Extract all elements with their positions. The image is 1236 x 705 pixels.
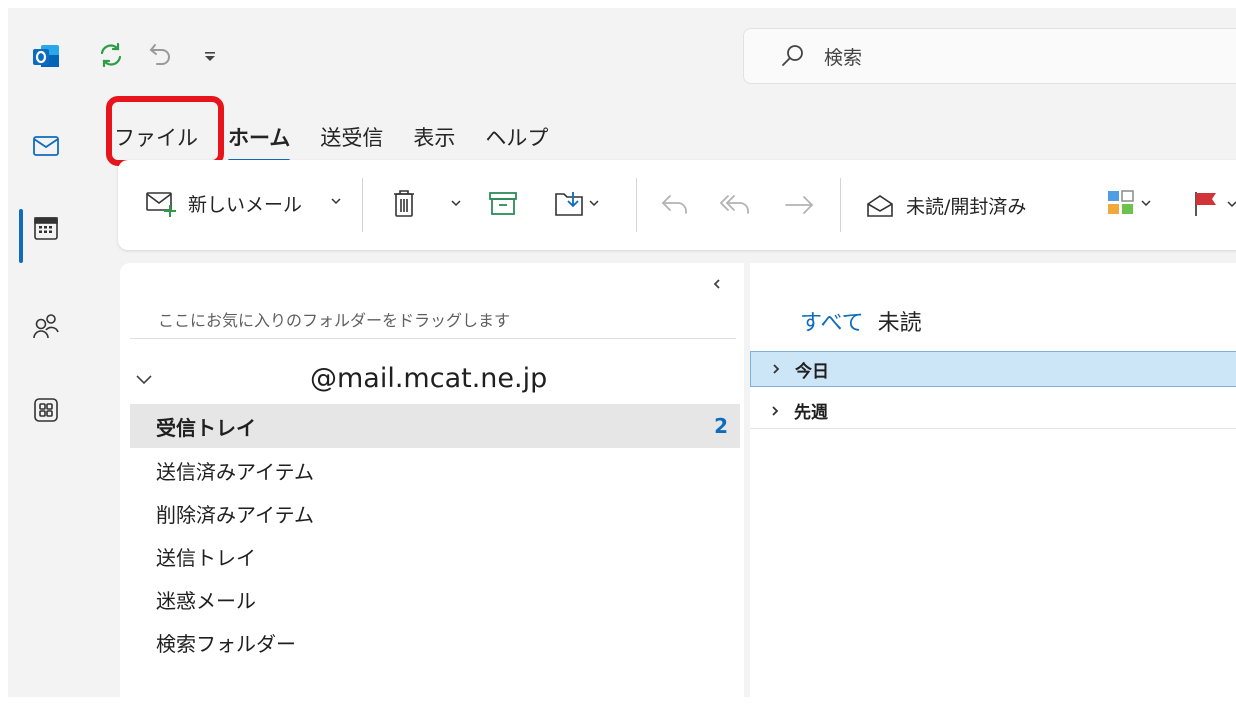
- categorize-button[interactable]: [1106, 188, 1152, 218]
- folder-sent-items[interactable]: 送信済みアイテム: [130, 448, 740, 492]
- folder-label: 送信トレイ: [156, 545, 256, 570]
- chevron-down-icon: [1227, 201, 1236, 208]
- folder-search-folders[interactable]: 検索フォルダー: [130, 620, 740, 664]
- reply-button[interactable]: [660, 192, 690, 216]
- new-mail-button[interactable]: 新しいメール: [146, 190, 302, 217]
- folder-inbox[interactable]: 受信トレイ 2: [130, 404, 740, 448]
- mail-list: すべて 未読 今日 先週: [750, 263, 1236, 705]
- folder-label: 検索フォルダー: [156, 631, 296, 656]
- title-bar: 検索: [8, 8, 1236, 96]
- collapse-pane-icon[interactable]: [710, 277, 724, 291]
- chevron-right-icon: [773, 364, 780, 374]
- move-to-button[interactable]: [554, 188, 600, 218]
- delete-button[interactable]: [392, 188, 416, 218]
- favorites-drop-hint: ここにお気に入りのフォルダーをドラッグします: [158, 311, 511, 330]
- categorize-icon: [1108, 190, 1134, 214]
- reply-all-button[interactable]: [718, 192, 752, 216]
- tab-send-receive[interactable]: 送受信: [320, 118, 383, 152]
- group-header-last-week[interactable]: 先週: [750, 393, 1236, 429]
- unread-read-label: 未読/開封済み: [906, 196, 1027, 218]
- folder-label: 受信トレイ: [156, 415, 256, 440]
- apps-icon[interactable]: [26, 390, 66, 430]
- folder-deleted-items[interactable]: 削除済みアイテム: [130, 491, 740, 535]
- move-folder-icon: [555, 192, 583, 216]
- flag-button[interactable]: [1192, 190, 1236, 218]
- favorites-divider: [130, 338, 736, 339]
- archive-button[interactable]: [488, 190, 518, 216]
- ribbon-toolbar: 新しいメール 未読/開封済み: [118, 160, 1236, 250]
- rail-active-indicator: [19, 209, 23, 263]
- search-icon: [782, 45, 803, 66]
- tab-unread[interactable]: 未読: [878, 305, 922, 337]
- delete-dropdown[interactable]: [450, 198, 462, 208]
- reply-all-icon: [719, 195, 749, 214]
- people-icon[interactable]: [26, 306, 66, 346]
- folder-junk-email[interactable]: 迷惑メール: [130, 577, 740, 621]
- folder-outbox[interactable]: 送信トレイ: [130, 534, 740, 578]
- outlook-icon: [30, 40, 62, 72]
- new-mail-label: 新しいメール: [188, 194, 303, 216]
- chevron-down-icon[interactable]: [134, 371, 154, 387]
- ribbon-divider: [840, 178, 841, 232]
- tab-help[interactable]: ヘルプ: [485, 118, 548, 152]
- chevron-down-icon: [451, 200, 461, 207]
- new-mail-icon: [146, 191, 176, 217]
- ribbon-divider: [636, 178, 637, 232]
- calendar-icon[interactable]: [26, 208, 66, 248]
- search-placeholder: 検索: [824, 46, 863, 69]
- sync-icon[interactable]: [94, 38, 128, 72]
- chevron-down-icon: [331, 198, 341, 205]
- folder-pane: ここにお気に入りのフォルダーをドラッグします @mail.mcat.ne.jp …: [120, 263, 744, 705]
- chevron-down-icon: [589, 200, 599, 207]
- group-header-today[interactable]: 今日: [750, 351, 1236, 387]
- mark-unread-read-button[interactable]: 未読/開封済み: [866, 192, 1026, 219]
- group-label: 先週: [794, 403, 828, 423]
- outlook-window: 検索 ファイル ホーム 送受信 表示 ヘルプ 新しいメール 未読/開封済み ここ…: [8, 8, 1236, 705]
- ribbon-divider: [362, 178, 363, 232]
- archive-icon: [489, 192, 517, 215]
- account-name[interactable]: @mail.mcat.ne.jp: [310, 363, 547, 394]
- reply-icon: [661, 195, 687, 214]
- tab-view[interactable]: 表示: [413, 118, 455, 152]
- folder-label: 迷惑メール: [156, 588, 256, 613]
- envelope-open-icon: [867, 194, 893, 217]
- forward-icon: [785, 196, 814, 214]
- chevron-right-icon: [772, 405, 779, 416]
- flag-icon: [1195, 192, 1216, 216]
- file-tab-highlight-box: [106, 96, 224, 166]
- trash-icon: [394, 190, 414, 217]
- new-mail-dropdown[interactable]: [330, 196, 342, 206]
- search-box[interactable]: 検索: [743, 28, 1236, 84]
- undo-icon[interactable]: [144, 38, 178, 72]
- mail-filter-tabs: すべて 未読: [800, 305, 936, 337]
- folder-label: 削除済みアイテム: [156, 502, 314, 527]
- folder-label: 送信済みアイテム: [156, 459, 314, 484]
- group-label: 今日: [795, 361, 829, 382]
- chevron-down-icon: [1141, 200, 1151, 207]
- customize-quick-access-icon[interactable]: [198, 46, 222, 68]
- tab-home[interactable]: ホーム: [228, 118, 291, 162]
- unread-count-badge: 2: [714, 414, 728, 438]
- forward-button[interactable]: [784, 194, 816, 216]
- tab-all[interactable]: すべて: [800, 305, 864, 337]
- mail-icon[interactable]: [26, 126, 66, 166]
